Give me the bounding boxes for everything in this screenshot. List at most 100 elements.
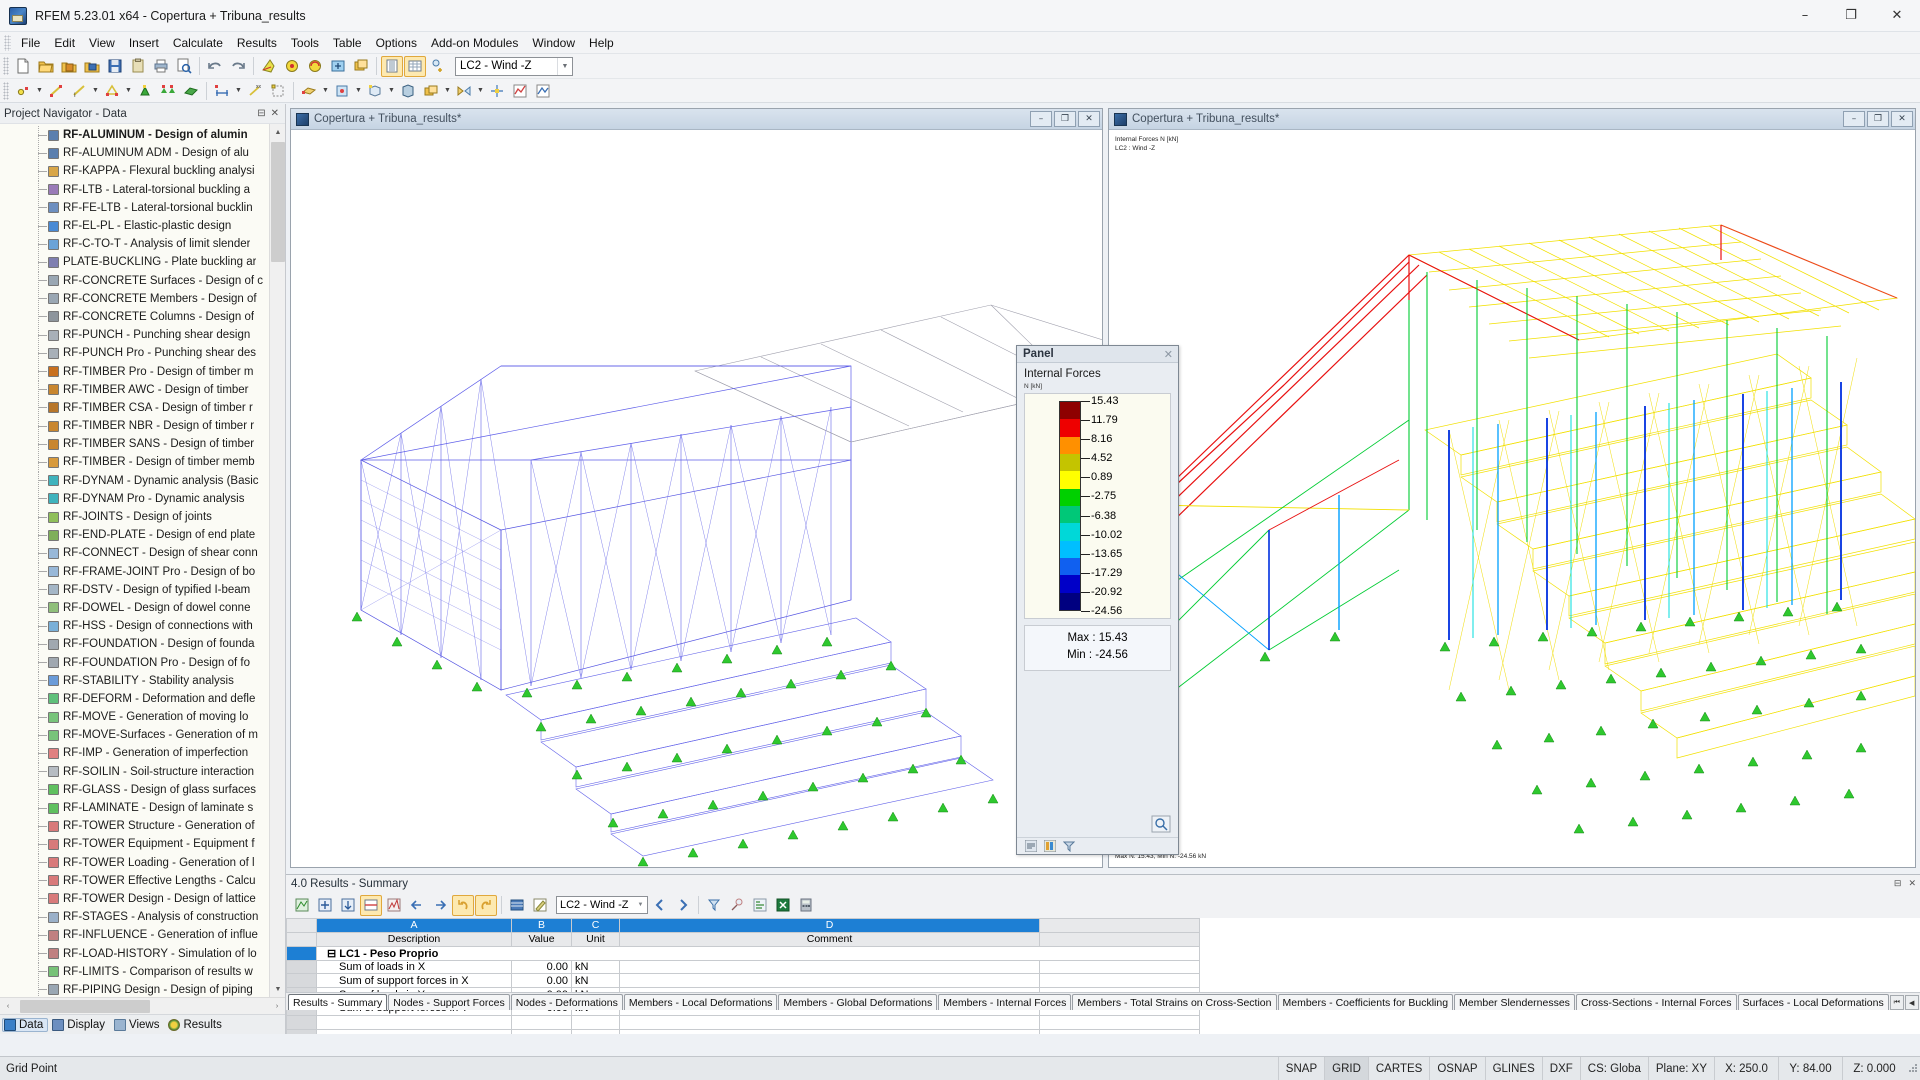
table-empty-row[interactable] — [287, 1015, 1200, 1029]
menu-drag-grip[interactable] — [4, 35, 11, 51]
navigator-tree[interactable]: ▲ ▼ RF-ALUMINUM - Design of aluminRF-ALU… — [0, 124, 285, 997]
results-tab[interactable]: Results - Summary — [288, 994, 387, 1010]
status-toggle-group[interactable]: SNAPGRIDCARTESOSNAPGLINESDXFCS: GlobaPla… — [1278, 1057, 1906, 1080]
hscroll-left-button[interactable]: ‹ — [0, 998, 16, 1014]
minimize-button[interactable]: – — [1782, 0, 1828, 32]
navigator-close-icon[interactable]: ✕ — [271, 108, 279, 119]
navigator-item[interactable]: RF-MOVE - Generation of moving lo — [0, 708, 285, 726]
dock-chart-view-icon[interactable] — [749, 895, 771, 916]
viewport-left-close[interactable]: ✕ — [1078, 111, 1100, 127]
new-line-icon[interactable] — [45, 80, 67, 101]
panel-color-scale-icon[interactable] — [1044, 840, 1056, 852]
results-tab-bar[interactable]: Results - SummaryNodes - Support ForcesN… — [286, 992, 1920, 1010]
new-node-dropdown-icon[interactable]: ▼ — [35, 80, 44, 101]
clipboard-icon[interactable] — [127, 56, 149, 77]
maximize-button[interactable]: ❐ — [1828, 0, 1874, 32]
menu-results[interactable]: Results — [230, 33, 284, 53]
modeling-toolbar-grip[interactable] — [3, 82, 9, 100]
table-corner-cell[interactable] — [287, 919, 317, 933]
navigator-item[interactable]: RF-GLASS - Design of glass surfaces — [0, 781, 285, 799]
results-table-wrapper[interactable]: ABCDDescriptionValueUnitComment⊟ LC1 - P… — [286, 918, 1920, 1034]
dock-excel-export-icon[interactable] — [772, 895, 794, 916]
navigator-item[interactable]: RF-C-TO-T - Analysis of limit slender — [0, 235, 285, 253]
hscroll-thumb[interactable] — [20, 1000, 150, 1013]
print-preview-icon[interactable] — [173, 56, 195, 77]
navigator-item[interactable]: RF-HSS - Design of connections with — [0, 617, 285, 635]
show-grid-table-icon[interactable] — [404, 56, 426, 77]
solid-dropdown-icon[interactable]: ▼ — [354, 80, 363, 101]
navigator-item[interactable]: RF-FRAME-JOINT Pro - Design of bo — [0, 563, 285, 581]
panel-close-icon[interactable]: ✕ — [1162, 348, 1175, 361]
new-node-icon[interactable] — [12, 80, 34, 101]
navigator-item[interactable]: RF-EL-PL - Elastic-plastic design — [0, 217, 285, 235]
menu-edit[interactable]: Edit — [47, 33, 82, 53]
navigator-item[interactable]: RF-STAGES - Analysis of construction — [0, 908, 285, 926]
navigator-tab-data[interactable]: Data — [2, 1018, 48, 1032]
navigator-item[interactable]: RF-LOAD-HISTORY - Simulation of lo — [0, 944, 285, 962]
status-toggle-snap[interactable]: SNAP — [1278, 1057, 1324, 1080]
table-column-header[interactable]: Value — [512, 932, 572, 946]
navigator-item[interactable]: RF-TIMBER AWC - Design of timber — [0, 381, 285, 399]
toolbar-drag-grip[interactable] — [3, 57, 9, 75]
status-toggle-osnap[interactable]: OSNAP — [1429, 1057, 1484, 1080]
new-file-icon[interactable] — [12, 56, 34, 77]
navigator-item[interactable]: RF-DEFORM - Deformation and defle — [0, 690, 285, 708]
navigator-item[interactable]: RF-PUNCH - Punching shear design — [0, 326, 285, 344]
navigator-item[interactable]: RF-IMP - Generation of imperfection — [0, 744, 285, 762]
table-row-selector[interactable] — [287, 960, 317, 974]
navigator-item[interactable]: RF-TIMBER - Design of timber memb — [0, 453, 285, 471]
table-column-letter[interactable]: C — [572, 919, 620, 933]
results-tab[interactable]: Members - Local Deformations — [624, 994, 778, 1010]
new-member-icon[interactable]: I — [68, 80, 90, 101]
grid-select-icon[interactable] — [267, 80, 289, 101]
dock-load-case-select[interactable]: LC2 - Wind -Z ▼ — [556, 896, 648, 914]
result-diagram-2-icon[interactable] — [532, 80, 554, 101]
menu-file[interactable]: File — [14, 33, 47, 53]
navigator-tab-views[interactable]: Views — [112, 1018, 164, 1032]
table-row[interactable]: Sum of loads in X0.00kN — [287, 960, 1200, 974]
status-toggle-cartes[interactable]: CARTES — [1368, 1057, 1429, 1080]
navigator-item[interactable]: RF-LTB - Lateral-torsional buckling a — [0, 181, 285, 199]
navigator-pin-icon[interactable]: ⊟ — [257, 108, 265, 119]
table-column-letter[interactable]: D — [620, 919, 1040, 933]
navigator-item[interactable]: RF-TIMBER NBR - Design of timber r — [0, 417, 285, 435]
redo-icon[interactable] — [227, 56, 249, 77]
dimension-dropdown-icon[interactable]: ▼ — [234, 80, 243, 101]
tab-prev-button[interactable]: ◀ — [1905, 995, 1919, 1010]
status-toggle-dxf[interactable]: DXF — [1542, 1057, 1580, 1080]
table-settings-icon[interactable] — [291, 895, 313, 916]
table-column-header[interactable]: Comment — [620, 932, 1040, 946]
table-next-col-icon[interactable] — [429, 895, 451, 916]
navigator-item[interactable]: RF-TOWER Equipment - Equipment f — [0, 835, 285, 853]
open-network-icon[interactable] — [81, 56, 103, 77]
navigator-item[interactable]: RF-DOWEL - Design of dowel conne — [0, 599, 285, 617]
table-column-header[interactable]: Unit — [572, 932, 620, 946]
navigator-tab-results[interactable]: Results — [166, 1018, 226, 1032]
load-case-select[interactable]: LC2 - Wind -Z ▼ — [455, 57, 573, 76]
table-edit-icon[interactable] — [529, 895, 551, 916]
opening-icon[interactable] — [364, 80, 386, 101]
results-tab[interactable]: Surfaces - Local Deformations — [1738, 994, 1889, 1010]
viewport-right-canvas[interactable]: Internal Forces N [kN] LC2 : Wind -Z Max… — [1109, 130, 1915, 867]
viewport-left[interactable]: Copertura + Tribuna_results* – ❐ ✕ — [290, 108, 1103, 868]
mirror-dropdown-icon[interactable]: ▼ — [476, 80, 485, 101]
navigator-item[interactable]: RF-KAPPA - Flexural buckling analysi — [0, 162, 285, 180]
navigator-item[interactable]: RF-PUNCH Pro - Punching shear des — [0, 344, 285, 362]
navigator-item[interactable]: RF-TOWER Structure - Generation of — [0, 817, 285, 835]
member-axes-icon[interactable]: xx — [244, 80, 266, 101]
navigator-tab-display[interactable]: Display — [50, 1018, 110, 1032]
menu-calculate[interactable]: Calculate — [166, 33, 230, 53]
copy-object-dropdown-icon[interactable]: ▼ — [443, 80, 452, 101]
dock-close-icon[interactable]: ✕ — [1908, 878, 1916, 889]
navigator-item[interactable]: RF-FOUNDATION Pro - Design of fo — [0, 653, 285, 671]
navigator-item[interactable]: RF-INFLUENCE - Generation of influe — [0, 926, 285, 944]
move-icon[interactable] — [486, 80, 508, 101]
table-export-icon[interactable] — [337, 895, 359, 916]
results-tab[interactable]: Nodes - Deformations — [511, 994, 623, 1010]
table-row-selector[interactable] — [287, 946, 317, 960]
chevron-down-icon[interactable]: ▼ — [557, 58, 572, 75]
panel-zoom-icon[interactable] — [1151, 815, 1171, 833]
table-prev-col-icon[interactable] — [406, 895, 428, 916]
navigator-item[interactable]: RF-FOUNDATION - Design of founda — [0, 635, 285, 653]
viewport-right-minimize[interactable]: – — [1843, 111, 1865, 127]
